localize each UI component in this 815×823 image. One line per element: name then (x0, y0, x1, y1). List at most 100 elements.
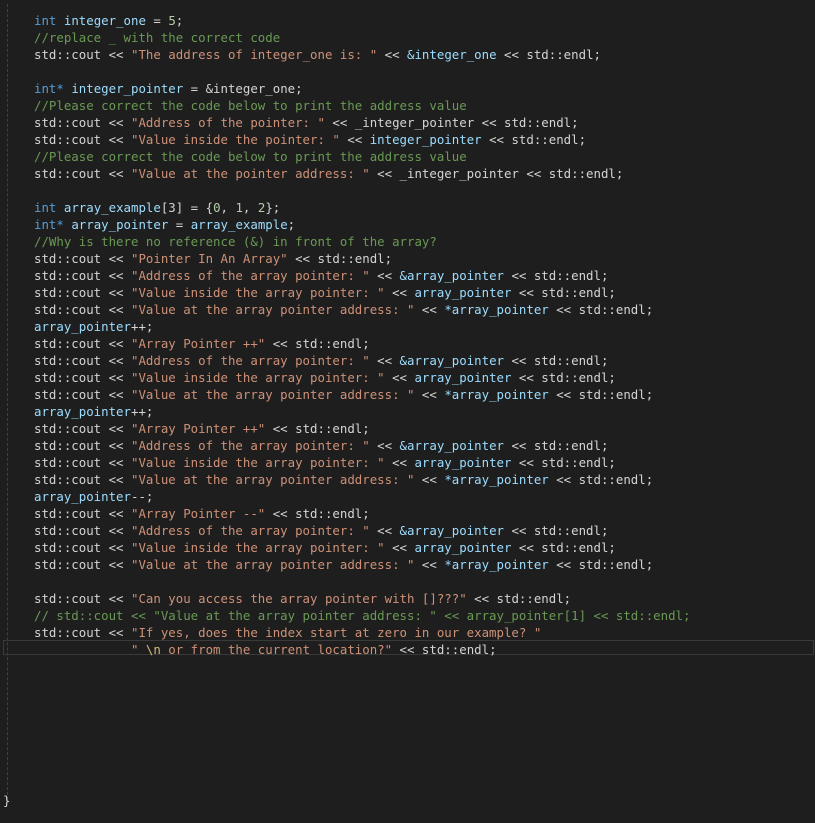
code-token: "Pointer In An Array" (130, 251, 288, 266)
code-token: << std::endl; (503, 353, 609, 368)
code-line[interactable]: std::cout << "Value at the array pointer… (34, 471, 690, 488)
code-token: //replace _ with the correct code (34, 30, 281, 45)
code-token: ; (175, 13, 184, 28)
code-line[interactable] (34, 182, 690, 199)
code-token: \n (145, 642, 161, 657)
code-line[interactable]: std::cout << "Value at the array pointer… (34, 386, 690, 403)
code-token: << (384, 540, 415, 555)
code-token: or from the current location?" (160, 642, 393, 657)
code-token: << std::endl; (503, 523, 609, 538)
code-line[interactable]: int integer_one = 5; (34, 12, 690, 29)
code-line[interactable]: //Please correct the code below to print… (34, 148, 690, 165)
code-token: << std::endl; (511, 455, 616, 470)
code-token: *array_pointer (444, 302, 549, 317)
code-token: array_pointer (414, 285, 512, 300)
code-token: int (34, 200, 57, 215)
code-line[interactable]: array_pointer++; (34, 318, 690, 335)
code-line[interactable]: std::cout << "Address of the pointer: " … (34, 114, 690, 131)
code-token: array_pointer (34, 404, 131, 419)
code-line[interactable]: std::cout << "Value at the pointer addre… (34, 165, 690, 182)
code-token: << std::endl; (548, 472, 654, 487)
code-line[interactable]: std::cout << "Value inside the array poi… (34, 369, 690, 386)
code-token: = &integer_one; (183, 81, 303, 96)
code-line[interactable]: std::cout << "Value inside the array poi… (34, 539, 690, 556)
code-line[interactable]: " \n or from the current location?" << s… (34, 641, 690, 658)
code-token: std::cout << (34, 370, 131, 385)
code-line[interactable]: std::cout << "The address of integer_one… (34, 46, 690, 63)
code-token: "Value at the array pointer address: " (130, 302, 415, 317)
code-line[interactable]: std::cout << "Value inside the array poi… (34, 454, 690, 471)
code-token: << (384, 285, 415, 300)
code-line[interactable] (34, 573, 690, 590)
code-line[interactable]: int* integer_pointer = &integer_one; (34, 80, 690, 97)
code-token: << std::endl; (548, 557, 654, 572)
code-token: array_pointer (71, 217, 169, 232)
code-token: "Array Pointer --" (130, 506, 266, 521)
code-token: std::cout << (34, 336, 131, 351)
code-token: << (369, 268, 400, 283)
code-line[interactable] (34, 63, 690, 80)
code-token: *array_pointer (444, 387, 549, 402)
code-line[interactable]: array_pointer++; (34, 403, 690, 420)
code-token: array_pointer (414, 455, 512, 470)
code-token: , (220, 200, 236, 215)
code-line[interactable]: std::cout << "Value at the array pointer… (34, 556, 690, 573)
code-token: << (384, 370, 415, 385)
code-token: int (34, 13, 57, 28)
code-token: , (242, 200, 258, 215)
code-line[interactable]: std::cout << "Address of the array point… (34, 522, 690, 539)
code-token: *array_pointer (444, 472, 549, 487)
code-token: "Address of the array pointer: " (130, 268, 370, 283)
code-token: << (414, 387, 445, 402)
code-token: "Address of the array pointer: " (130, 523, 370, 538)
code-token: << _integer_pointer << std::endl; (324, 115, 579, 130)
code-lines[interactable]: int integer_one = 5;//replace _ with the… (34, 12, 690, 658)
code-token: << std::endl; (511, 370, 616, 385)
code-token: "Value at the pointer address: " (130, 166, 370, 181)
code-line[interactable]: // std::cout << "Value at the array poin… (34, 607, 690, 624)
code-line[interactable]: std::cout << "Pointer In An Array" << st… (34, 250, 690, 267)
code-line[interactable]: std::cout << "Value inside the array poi… (34, 284, 690, 301)
code-token: 5 (168, 13, 176, 28)
code-token: integer_pointer (369, 132, 482, 147)
code-token: << std::endl; (503, 438, 609, 453)
code-line[interactable]: std::cout << "Value inside the pointer: … (34, 131, 690, 148)
code-token: "Array Pointer ++" (130, 421, 266, 436)
code-line[interactable]: int array_example[3] = {0, 1, 2}; (34, 199, 690, 216)
code-token: std::cout << (34, 472, 131, 487)
code-token: std::cout << (34, 591, 131, 606)
code-token: &array_pointer (399, 523, 504, 538)
code-token: "Address of the array pointer: " (130, 353, 370, 368)
closing-brace: } (3, 793, 11, 808)
code-token: std::cout << (34, 47, 131, 62)
code-token: }; (265, 200, 281, 215)
code-line[interactable]: //Please correct the code below to print… (34, 97, 690, 114)
code-line[interactable]: std::cout << "Value at the array pointer… (34, 301, 690, 318)
code-line[interactable]: std::cout << "Address of the array point… (34, 267, 690, 284)
code-line[interactable]: std::cout << "Can you access the array p… (34, 590, 690, 607)
code-line[interactable]: std::cout << "Array Pointer ++" << std::… (34, 420, 690, 437)
code-line[interactable]: //Why is there no reference (&) in front… (34, 233, 690, 250)
code-token: "Value inside the array pointer: " (130, 455, 385, 470)
code-editor[interactable]: int integer_one = 5;//replace _ with the… (0, 0, 815, 823)
code-line[interactable]: std::cout << "Address of the array point… (34, 437, 690, 454)
code-token: << (414, 557, 445, 572)
code-token: std::cout << (34, 251, 131, 266)
code-token: std::cout << (34, 387, 131, 402)
code-token: std::cout << (34, 353, 131, 368)
code-token: "The address of integer_one is: " (130, 47, 378, 62)
code-line[interactable]: std::cout << "Array Pointer --" << std::… (34, 505, 690, 522)
code-token: << std::endl; (466, 591, 572, 606)
code-token: "Address of the pointer: " (130, 115, 325, 130)
code-token: std::cout << (34, 455, 131, 470)
code-token: << std::endl; (496, 47, 601, 62)
code-line[interactable]: std::cout << "If yes, does the index sta… (34, 624, 690, 641)
code-token: std::cout << (34, 421, 131, 436)
code-line[interactable]: std::cout << "Address of the array point… (34, 352, 690, 369)
code-token: array_pointer (414, 540, 512, 555)
code-line[interactable]: array_pointer--; (34, 488, 690, 505)
code-line[interactable]: int* array_pointer = array_example; (34, 216, 690, 233)
code-line[interactable]: //replace _ with the correct code (34, 29, 690, 46)
code-line[interactable]: std::cout << "Array Pointer ++" << std::… (34, 335, 690, 352)
code-token: std::cout << (34, 166, 131, 181)
